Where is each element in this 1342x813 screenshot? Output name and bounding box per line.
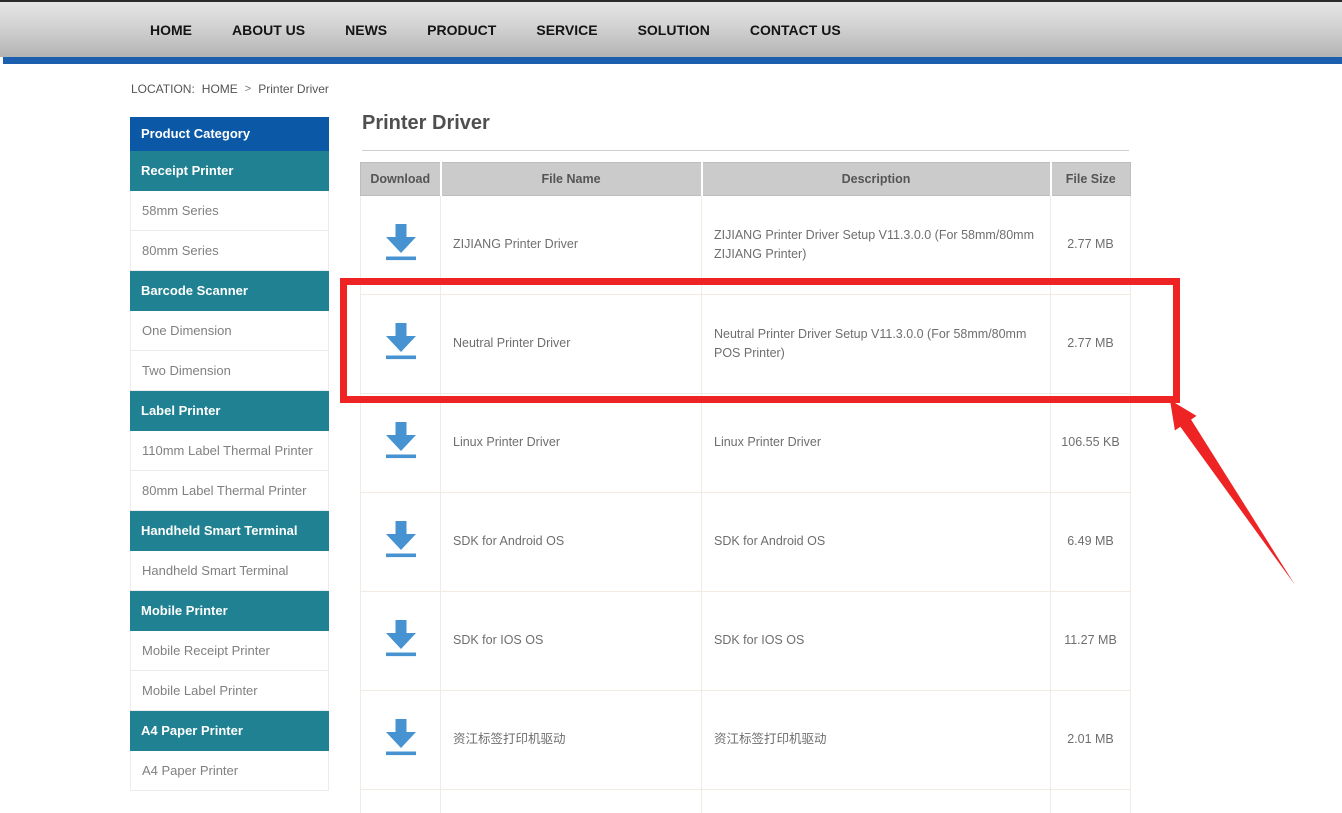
sidebar-item-80mm-label-thermal-printer[interactable]: 80mm Label Thermal Printer	[130, 471, 329, 511]
file-name-cell: SDK for IOS OS	[441, 592, 702, 691]
column-header-file-size: File Size	[1051, 163, 1131, 196]
breadcrumb: LOCATION: HOME > Printer Driver	[131, 82, 329, 96]
file-size-cell: 6.49 MB	[1051, 493, 1131, 592]
nav-item-service[interactable]: SERVICE	[536, 22, 597, 38]
download-cell	[361, 790, 441, 813]
download-cell	[361, 691, 441, 790]
description-cell: SDK for IOS OS	[702, 592, 1051, 691]
sidebar-item-one-dimension[interactable]: One Dimension	[130, 311, 329, 351]
breadcrumb-separator: >	[245, 83, 251, 95]
top-navigation-bar: HOME ABOUT US NEWS PRODUCT SERVICE SOLUTION CO…	[0, 0, 1342, 57]
download-arrow-icon	[378, 218, 424, 265]
sidebar-item-handheld-smart-terminal[interactable]: Handheld Smart Terminal	[130, 551, 329, 591]
file-size-cell: 11.27 MB	[1051, 592, 1131, 691]
download-arrow-icon	[378, 515, 424, 562]
download-arrow-icon	[378, 713, 424, 760]
nav-accent-bar	[3, 57, 1342, 64]
sidebar-item-handheld-smart-terminal[interactable]: Handheld Smart Terminal	[130, 511, 329, 551]
column-header-download: Download	[361, 163, 441, 196]
sidebar-item-label-printer[interactable]: Label Printer	[130, 391, 329, 431]
description-cell: ZIJIANG Printer Driver Setup V11.3.0.0 (…	[702, 196, 1051, 295]
download-cell	[361, 295, 441, 394]
file-name-cell: Linux Printer Driver	[441, 394, 702, 493]
breadcrumb-current: Printer Driver	[258, 82, 329, 96]
file-name-cell: SDK for Android OS	[441, 493, 702, 592]
table-row: Linux Printer DriverLinux Printer Driver…	[361, 394, 1131, 493]
sidebar-item-mobile-receipt-printer[interactable]: Mobile Receipt Printer	[130, 631, 329, 671]
nav-item-news[interactable]: NEWS	[345, 22, 387, 38]
table-row: SDK for Android OSSDK for Android OS6.49…	[361, 493, 1131, 592]
download-button[interactable]	[378, 416, 424, 463]
file-name-cell: ZIJIANG Printer Driver	[441, 196, 702, 295]
sidebar-item-a4-paper-printer[interactable]: A4 Paper Printer	[130, 751, 329, 791]
sidebar-item-receipt-printer[interactable]: Receipt Printer	[130, 151, 329, 191]
sidebar-item-mobile-printer[interactable]: Mobile Printer	[130, 591, 329, 631]
file-name-cell: Neutral Printer Driver	[441, 295, 702, 394]
download-button[interactable]	[378, 218, 424, 265]
download-button[interactable]	[378, 515, 424, 562]
table-body: ZIJIANG Printer DriverZIJIANG Printer Dr…	[361, 196, 1131, 813]
file-size-cell: 2.77 MB	[1051, 196, 1131, 295]
table-row: 资江标签打印机驱动资江标签打印机驱动2.01 MB	[361, 691, 1131, 790]
column-header-description: Description	[702, 163, 1051, 196]
sidebar-item-mobile-label-printer[interactable]: Mobile Label Printer	[130, 671, 329, 711]
description-cell: SDK for Android OS	[702, 493, 1051, 592]
table-row: SDK for IOS OSSDK for IOS OS11.27 MB	[361, 592, 1131, 691]
download-cell	[361, 196, 441, 295]
sidebar-item-110mm-label-thermal-printer[interactable]: 110mm Label Thermal Printer	[130, 431, 329, 471]
download-cell	[361, 394, 441, 493]
description-cell: 资江标签打印机驱动	[702, 691, 1051, 790]
nav-item-product[interactable]: PRODUCT	[427, 22, 496, 38]
breadcrumb-prefix: LOCATION:	[131, 82, 195, 96]
column-header-file-name: File Name	[441, 163, 702, 196]
sidebar-title: Product Category	[130, 117, 329, 151]
sidebar-item-80mm-series[interactable]: 80mm Series	[130, 231, 329, 271]
description-cell: Linux Printer Driver	[702, 394, 1051, 493]
file-name-cell	[441, 790, 702, 813]
download-button[interactable]	[378, 713, 424, 760]
description-cell	[702, 790, 1051, 813]
download-arrow-icon	[378, 317, 424, 364]
sidebar-list: Receipt Printer58mm Series80mm SeriesBar…	[130, 151, 329, 791]
breadcrumb-home-link[interactable]: HOME	[202, 82, 238, 96]
page-title: Printer Driver	[362, 112, 490, 135]
file-size-cell: 2.01 MB	[1051, 691, 1131, 790]
table-row: Neutral Printer DriverNeutral Printer Dr…	[361, 295, 1131, 394]
file-size-cell: 2.77 MB	[1051, 295, 1131, 394]
nav-item-solution[interactable]: SOLUTION	[638, 22, 710, 38]
title-divider	[362, 150, 1129, 151]
product-category-sidebar: Product Category Receipt Printer58mm Ser…	[130, 117, 329, 791]
download-button[interactable]	[378, 317, 424, 364]
download-cell	[361, 592, 441, 691]
main-nav: HOME ABOUT US NEWS PRODUCT SERVICE SOLUTION CO…	[0, 2, 1342, 57]
download-button[interactable]	[378, 614, 424, 661]
driver-download-table: DownloadFile NameDescriptionFile Size ZI…	[360, 162, 1131, 813]
sidebar-item-58mm-series[interactable]: 58mm Series	[130, 191, 329, 231]
table-row: ZIJIANG Printer DriverZIJIANG Printer Dr…	[361, 196, 1131, 295]
sidebar-item-barcode-scanner[interactable]: Barcode Scanner	[130, 271, 329, 311]
nav-item-about-us[interactable]: ABOUT US	[232, 22, 305, 38]
nav-item-home[interactable]: HOME	[150, 22, 192, 38]
download-cell	[361, 493, 441, 592]
download-arrow-icon	[378, 416, 424, 463]
file-size-cell: 106.55 KB	[1051, 394, 1131, 493]
sidebar-item-a4-paper-printer[interactable]: A4 Paper Printer	[130, 711, 329, 751]
nav-item-contact-us[interactable]: CONTACT US	[750, 22, 841, 38]
download-arrow-icon	[378, 614, 424, 661]
table-row	[361, 790, 1131, 813]
sidebar-item-two-dimension[interactable]: Two Dimension	[130, 351, 329, 391]
file-size-cell	[1051, 790, 1131, 813]
description-cell: Neutral Printer Driver Setup V11.3.0.0 (…	[702, 295, 1051, 394]
file-name-cell: 资江标签打印机驱动	[441, 691, 702, 790]
table-header-row: DownloadFile NameDescriptionFile Size	[361, 163, 1131, 196]
